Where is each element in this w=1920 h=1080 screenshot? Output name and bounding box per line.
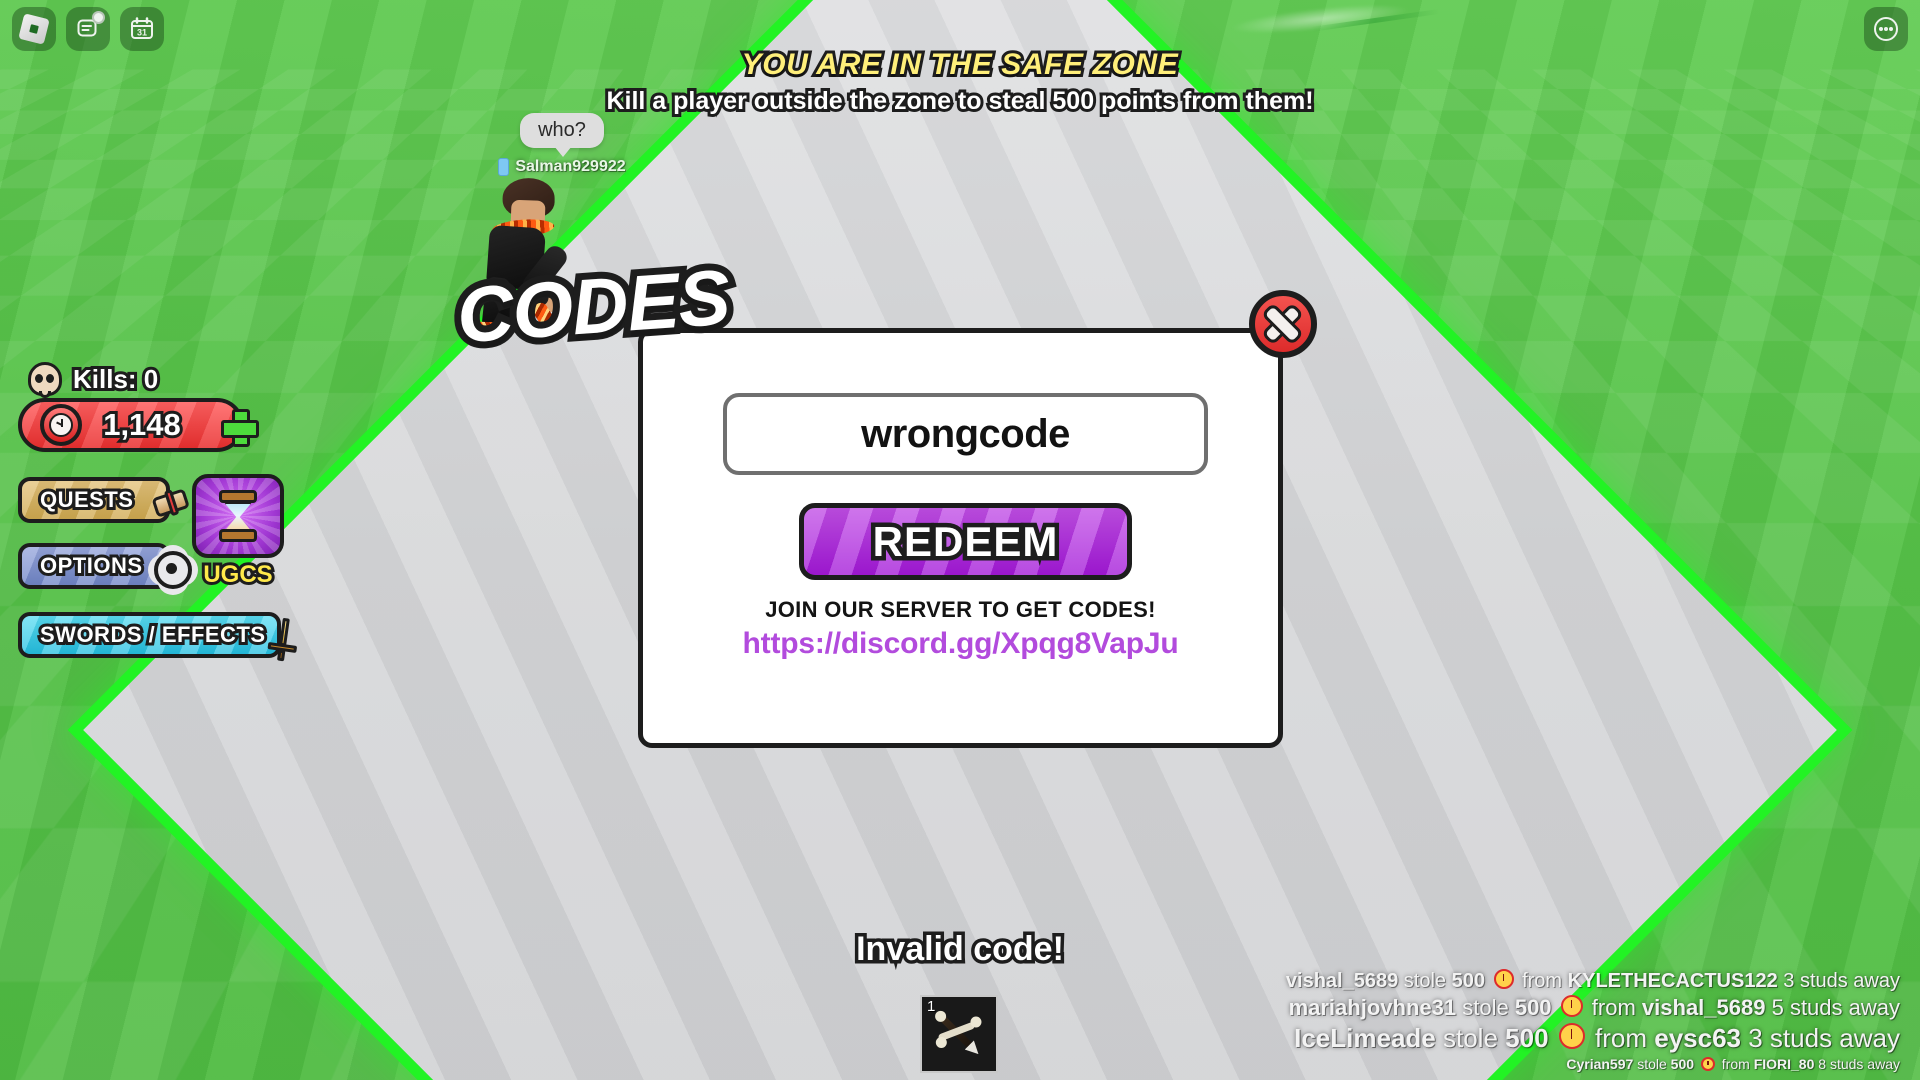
kill-feed-row: mariahjovhne31 stole 500 from vishal_568… <box>1289 995 1900 1021</box>
feed-thief: mariahjovhne31 <box>1288 995 1457 1020</box>
quests-label: QUESTS <box>37 484 136 515</box>
quests-button[interactable]: QUESTS <box>18 477 190 523</box>
clock-icon <box>1558 1023 1585 1049</box>
feed-from: from <box>1522 970 1563 992</box>
player-nametag: who? Salman929922 <box>452 113 672 176</box>
feed-distance: 3 studs away <box>1748 1023 1900 1053</box>
swords-effects-button[interactable]: SWORDS / EFFECTS <box>18 612 298 662</box>
calendar-31-icon[interactable]: 31 <box>120 7 164 51</box>
feed-amount: 500 <box>1670 1056 1695 1072</box>
join-server-text: JOIN OUR SERVER TO GET CODES! <box>765 597 1156 622</box>
more-options-icon[interactable] <box>1864 7 1908 51</box>
calendar-day: 31 <box>137 28 147 38</box>
feed-verb: stole <box>1637 1056 1667 1072</box>
codes-title: CODES <box>447 246 739 367</box>
feed-victim: KYLETHECACTUS122 <box>1567 970 1778 992</box>
feed-from: from <box>1721 1056 1750 1072</box>
ugcs-tile <box>192 474 284 558</box>
clock-icon <box>40 404 82 446</box>
feed-from: from <box>1591 995 1636 1020</box>
kills-counter: Kills: 0 <box>28 361 161 398</box>
chat-icon[interactable] <box>66 7 110 51</box>
options-label: OPTIONS <box>37 550 145 581</box>
redeem-label: REDEEM <box>868 513 1062 569</box>
kill-feed-row: Cyrian597 stole 500 from FIORI_80 8 stud… <box>1566 1056 1900 1072</box>
skull-icon <box>28 362 62 398</box>
close-x-icon[interactable] <box>1249 290 1317 358</box>
ugcs-button[interactable]: UGCS <box>192 474 284 591</box>
swords-effects-label: SWORDS / EFFECTS <box>37 619 268 650</box>
feed-verb: stole <box>1443 1023 1498 1053</box>
chat-bubble: who? <box>520 113 604 157</box>
roblox-logo-icon[interactable] <box>12 7 56 51</box>
more-glyph <box>1874 17 1898 41</box>
discord-link[interactable]: https://discord.gg/Xpqg8VapJu <box>643 627 1278 661</box>
feed-victim: vishal_5689 <box>1641 995 1766 1020</box>
notification-dot <box>92 11 105 24</box>
clock-icon <box>1493 969 1514 989</box>
hotbar: 1 <box>920 995 998 1073</box>
feed-victim: FIORI_80 <box>1753 1056 1815 1072</box>
kill-feed-row: vishal_5689 stole 500 from KYLETHECACTUS… <box>1286 969 1900 993</box>
kill-feed-row: IceLimeade stole 500 from eysc63 3 studs… <box>1294 1023 1900 1054</box>
gear-icon <box>154 551 192 589</box>
feed-thief: vishal_5689 <box>1285 970 1399 992</box>
clock-icon <box>1560 995 1583 1017</box>
redeem-button[interactable]: REDEEM <box>799 503 1132 580</box>
feed-thief: IceLimeade <box>1294 1023 1436 1053</box>
ugcs-label: UGCS <box>200 558 275 591</box>
feed-amount: 500 <box>1514 995 1552 1020</box>
feed-distance: 5 studs away <box>1771 995 1900 1020</box>
player-name: Salman929922 <box>515 158 626 175</box>
kill-feed: vishal_5689 stole 500 from KYLETHECACTUS… <box>1286 969 1900 1072</box>
codes-modal: CODES wrongcode REDEEM JOIN OUR SERVER T… <box>447 246 1317 748</box>
feed-amount: 500 <box>1505 1023 1549 1053</box>
hotbar-slot-1[interactable]: 1 <box>920 995 998 1073</box>
clock-icon <box>1700 1057 1715 1071</box>
roblox-logo-shape <box>18 13 50 45</box>
options-button[interactable]: OPTIONS <box>18 543 192 589</box>
hotbar-slot-number: 1 <box>927 998 936 1015</box>
kills-label: Kills: 0 <box>70 361 161 397</box>
hourglass-icon <box>219 490 257 542</box>
points-bar[interactable]: 1,148 <box>18 398 259 452</box>
sword-icon <box>260 615 305 662</box>
feed-from: from <box>1595 1023 1648 1053</box>
feed-verb: stole <box>1462 995 1509 1020</box>
feed-victim: eysc63 <box>1654 1023 1742 1053</box>
plus-icon[interactable] <box>221 409 259 447</box>
invalid-code-toast: Invalid code! <box>853 927 1068 972</box>
feed-thief: Cyrian597 <box>1566 1056 1634 1072</box>
code-input[interactable]: wrongcode <box>723 393 1208 475</box>
code-input-value: wrongcode <box>861 411 1070 456</box>
feed-verb: stole <box>1403 970 1447 992</box>
feed-distance: 8 studs away <box>1818 1056 1900 1072</box>
feed-distance: 3 studs away <box>1783 970 1900 992</box>
feed-amount: 500 <box>1451 970 1485 992</box>
calendar-glyph: 31 <box>131 17 153 39</box>
